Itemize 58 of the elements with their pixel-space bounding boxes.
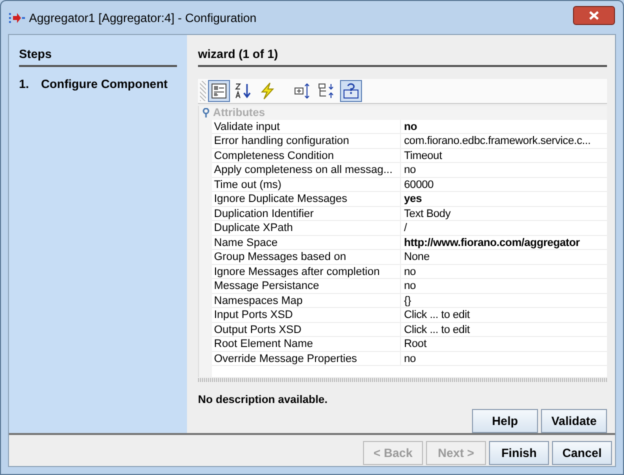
dialog-button: Next >	[426, 441, 486, 465]
property-value[interactable]: /	[401, 221, 607, 235]
property-value[interactable]: 60000	[401, 178, 607, 192]
property-value[interactable]: no	[401, 120, 607, 134]
property-name: Time out (ms)	[212, 178, 401, 192]
property-name: Group Messages based on	[212, 250, 401, 264]
help-icon	[342, 82, 360, 100]
property-name: Validate input	[212, 120, 401, 134]
property-name: Input Ports XSD	[212, 308, 401, 322]
property-value[interactable]: http://www.fiorano.com/aggregator	[401, 236, 607, 250]
description-text: No description available.	[198, 392, 329, 408]
step-item[interactable]: 1. Configure Component	[19, 75, 177, 93]
dialog-button[interactable]: Cancel	[552, 441, 612, 465]
collapse-icon	[318, 82, 336, 100]
property-name: Override Message Properties	[212, 352, 401, 366]
property-name: Ignore Duplicate Messages	[212, 192, 401, 206]
property-value[interactable]: Timeout	[401, 148, 607, 162]
property-value[interactable]: Click ... to edit	[401, 308, 607, 322]
category-label: Attributes	[213, 106, 265, 121]
lightning-icon	[258, 82, 276, 100]
toolbar-button[interactable]	[340, 80, 362, 102]
property-name: Completeness Condition	[212, 148, 401, 162]
property-value[interactable]: no	[401, 163, 607, 177]
property-value[interactable]: no	[401, 352, 607, 366]
sort-az-icon	[234, 82, 252, 100]
property-value[interactable]: Click ... to edit	[401, 322, 607, 336]
steps-heading: Steps	[19, 45, 177, 67]
property-name: Namespaces Map	[212, 294, 401, 308]
dialog-button: < Back	[363, 441, 423, 465]
property-value[interactable]: None	[401, 250, 607, 264]
close-button[interactable]	[573, 6, 615, 25]
property-name: Duplicate XPath	[212, 221, 401, 235]
categorized-icon	[210, 82, 228, 100]
property-name: Apply completeness on all messag...	[212, 163, 401, 177]
dialog-button[interactable]: Finish	[489, 441, 549, 465]
property-name: Name Space	[212, 236, 401, 250]
window-title: Aggregator1 [Aggregator:4] - Configuration	[29, 10, 256, 26]
property-name: Ignore Messages after completion	[212, 264, 401, 278]
app-icon	[9, 12, 25, 24]
property-value[interactable]: no	[401, 264, 607, 278]
dialog-button[interactable]: Validate	[541, 409, 607, 433]
dialog-button[interactable]: Help	[472, 409, 538, 433]
property-value[interactable]: com.fiorano.edbc.framework.service.c...	[401, 134, 607, 148]
toolbar-button[interactable]	[208, 80, 230, 102]
property-value[interactable]: {}	[401, 294, 607, 308]
close-icon	[589, 11, 599, 20]
property-name: Message Persistance	[212, 279, 401, 293]
property-value[interactable]: Text Body	[401, 206, 607, 220]
pin-icon	[202, 108, 210, 118]
property-name: Root Element Name	[212, 337, 401, 351]
property-name: Duplication Identifier	[212, 206, 401, 220]
property-value[interactable]: yes	[401, 192, 607, 206]
wizard-heading: wizard (1 of 1)	[198, 45, 607, 67]
property-name: Output Ports XSD	[212, 322, 401, 336]
property-value[interactable]: no	[401, 279, 607, 293]
expand-icon	[294, 82, 312, 100]
property-name: Error handling configuration	[212, 134, 401, 148]
property-value[interactable]: Root	[401, 337, 607, 351]
